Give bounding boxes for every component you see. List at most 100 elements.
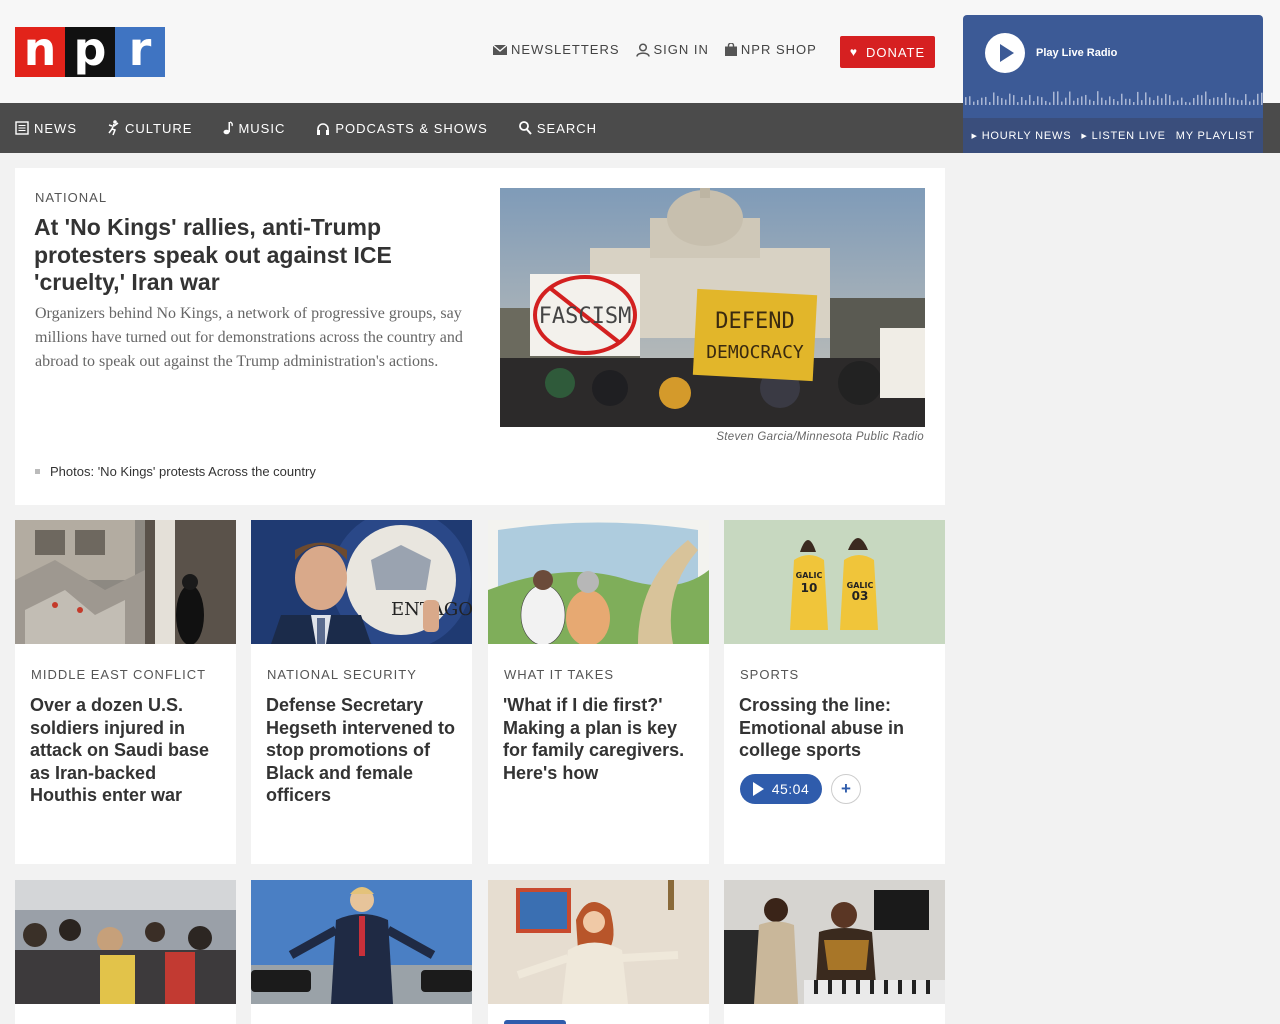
story-slug[interactable]: NATIONAL SECURITY	[267, 667, 417, 682]
story-image[interactable]: ENTAGON	[251, 520, 472, 644]
add-to-playlist-button[interactable]: +	[831, 774, 861, 804]
npr-shop-label: NPR SHOP	[740, 42, 817, 57]
sign-in-label: SIGN IN	[653, 42, 709, 57]
jersey-number-right: 03	[852, 589, 869, 603]
waveform-bar	[1025, 100, 1027, 105]
lead-headline[interactable]: At 'No Kings' rallies, anti-Trump protes…	[34, 214, 454, 297]
main-nav: NEWS CULTURE MUSIC PODCASTS & SHOWS SEAR…	[0, 103, 963, 153]
logo-letter-p: p	[65, 26, 115, 77]
waveform-bar	[1101, 97, 1103, 105]
waveform-bar	[1253, 99, 1255, 105]
waveform-bar	[1133, 102, 1135, 105]
play-icon[interactable]	[985, 33, 1025, 73]
story-headline[interactable]: Crossing the line: Emotional abuse in co…	[739, 694, 934, 762]
logo-letter-n: n	[15, 26, 65, 77]
waveform-bar	[989, 102, 991, 105]
envelope-icon	[493, 44, 507, 55]
story-slug[interactable]: WHAT IT TAKES	[504, 667, 614, 682]
waveform-bar	[1181, 97, 1183, 105]
live-radio-player: Play Live Radio ▶ HOURLY NEWS ▶ LISTEN LIV…	[963, 15, 1263, 153]
waveform-bar	[1213, 97, 1215, 105]
nav-culture[interactable]: CULTURE	[108, 120, 192, 136]
hourly-news-link[interactable]: ▶ HOURLY NEWS	[972, 130, 1072, 142]
story-card[interactable]: ENTAGON NATIONAL SECURITY Defense Secret…	[251, 520, 472, 864]
waveform-bar	[1069, 91, 1071, 105]
waveform-bar	[1209, 99, 1211, 105]
waveform-bar	[1157, 95, 1159, 105]
waveform-bar	[1049, 102, 1051, 105]
waveform-bar	[1185, 101, 1187, 105]
play-live-radio-label[interactable]: Play Live Radio	[1036, 47, 1117, 59]
waveform-bar	[1093, 100, 1095, 105]
story-headline[interactable]: 'What if I die first?' Making a plan is …	[503, 694, 698, 784]
lead-photo[interactable]: FASCISM DEFEND DEMOCRACY	[500, 188, 925, 427]
story-image[interactable]: GALIC 10 GALIC 03	[724, 520, 945, 644]
story-image[interactable]	[488, 880, 709, 1004]
story-slug[interactable]: MIDDLE EAST CONFLICT	[31, 667, 206, 682]
waveform-bar	[1225, 92, 1227, 105]
trump-photo-image	[251, 880, 472, 1004]
nav-search[interactable]: SEARCH	[518, 121, 597, 136]
story-card[interactable]: GALIC 10 GALIC 03 SPORTS Crossing the li…	[724, 520, 945, 864]
lead-slug[interactable]: NATIONAL	[35, 190, 107, 205]
jerseys-illustration-image: GALIC 10 GALIC 03	[724, 520, 945, 644]
nav-music[interactable]: MUSIC	[223, 121, 285, 136]
story-slug[interactable]: SPORTS	[740, 667, 799, 682]
story-card[interactable]	[251, 880, 472, 1024]
my-playlist-label: MY PLAYLIST	[1175, 129, 1255, 142]
waveform-bar	[1129, 98, 1131, 105]
waveform-bar	[1081, 96, 1083, 105]
nav-news[interactable]: NEWS	[15, 121, 77, 136]
sign-fascism-text: FASCISM	[539, 304, 632, 329]
play-icon	[752, 782, 764, 796]
waveform-bar	[1257, 93, 1259, 105]
story-image[interactable]	[488, 520, 709, 644]
story-headline[interactable]: Defense Secretary Hegseth intervened to …	[266, 694, 461, 807]
audio-play-button[interactable]: 45:04	[740, 774, 822, 804]
waveform-bar	[1153, 100, 1155, 105]
waveform-bar	[993, 92, 995, 105]
story-card[interactable]	[724, 880, 945, 1024]
waveform-bar	[1165, 93, 1167, 105]
story-headline[interactable]: Over a dozen U.S. soldiers injured in at…	[30, 694, 225, 807]
waveform-bar	[1065, 97, 1067, 105]
waveform-bar	[1189, 102, 1191, 105]
story-card[interactable]	[488, 880, 709, 1024]
audio-controls: 45:04 +	[740, 774, 861, 804]
listen-live-link[interactable]: ▶ LISTEN LIVE	[1081, 130, 1165, 142]
waveform-bar	[1229, 97, 1231, 105]
waveform-bar	[1149, 97, 1151, 105]
donate-button[interactable]: ♥ DONATE	[840, 36, 935, 68]
story-card[interactable]	[15, 880, 236, 1024]
waveform-bar	[1241, 100, 1243, 105]
story-card[interactable]: WHAT IT TAKES 'What if I die first?' Mak…	[488, 520, 709, 864]
waveform-bar	[1145, 92, 1147, 105]
studio-photo-image	[724, 880, 945, 1004]
npr-logo[interactable]: n p r	[15, 26, 165, 77]
my-playlist-link[interactable]: MY PLAYLIST	[1176, 130, 1255, 142]
nav-podcasts-label: PODCASTS & SHOWS	[335, 120, 488, 136]
waveform-bar	[1073, 100, 1075, 105]
waveform-bar	[1077, 97, 1079, 105]
waveform-bar	[1141, 100, 1143, 105]
waveform-bar	[1121, 93, 1123, 105]
lead-story: NATIONAL At 'No Kings' rallies, anti-Tru…	[15, 168, 945, 505]
rubble-photo-image	[15, 520, 236, 644]
waveform-bar	[1105, 100, 1107, 105]
story-card[interactable]: MIDDLE EAST CONFLICT Over a dozen U.S. s…	[15, 520, 236, 864]
story-image[interactable]	[724, 880, 945, 1004]
nav-podcasts-shows[interactable]: PODCASTS & SHOWS	[316, 121, 488, 136]
lead-teaser[interactable]: Organizers behind No Kings, a network of…	[35, 302, 465, 374]
newsletters-link[interactable]: NEWSLETTERS	[493, 42, 620, 57]
story-image[interactable]	[15, 880, 236, 1004]
hegseth-photo-image: ENTAGON	[251, 520, 472, 644]
sign-in-link[interactable]: SIGN IN	[635, 42, 709, 57]
story-image[interactable]	[15, 520, 236, 644]
waveform-bar	[1033, 101, 1035, 105]
bullet-square-icon	[35, 469, 40, 474]
story-image[interactable]	[251, 880, 472, 1004]
related-link[interactable]: Photos: 'No Kings' protests Across the c…	[35, 464, 316, 479]
npr-shop-link[interactable]: NPR SHOP	[724, 42, 817, 57]
sign-defend-text: DEFEND	[715, 309, 794, 334]
waveform-bar	[1029, 94, 1031, 105]
